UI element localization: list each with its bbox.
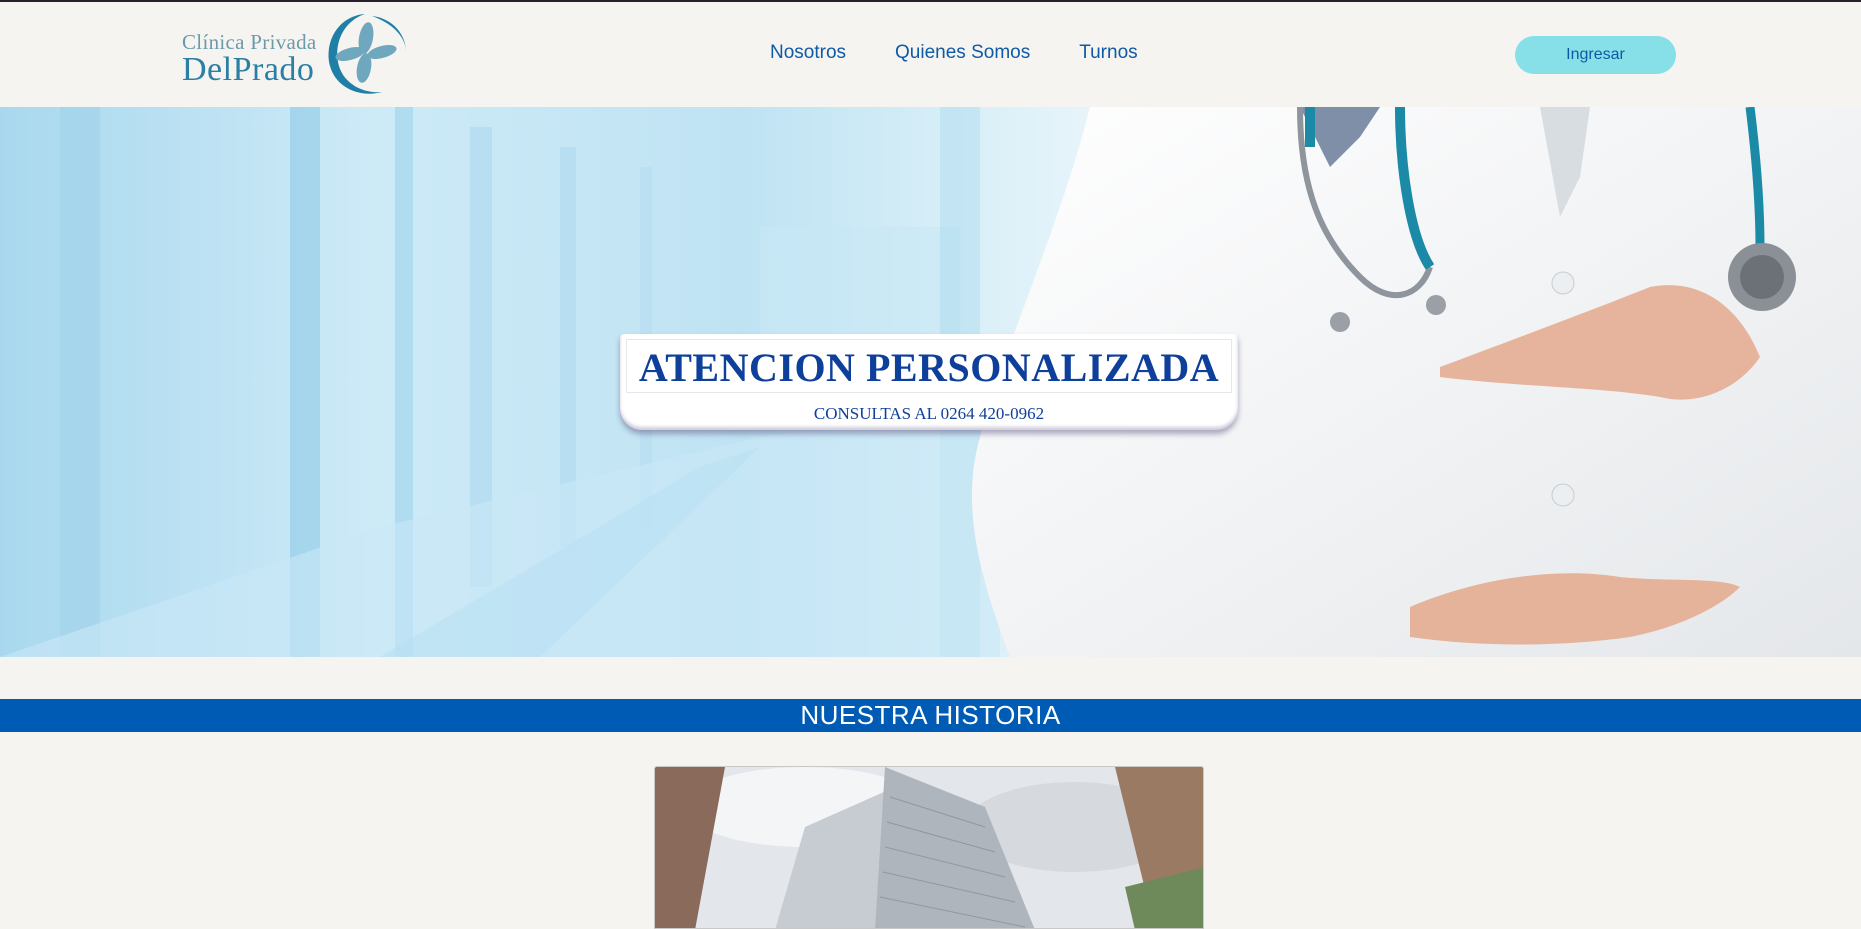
section-title-banner: NUESTRA HISTORIA [0,699,1861,732]
clinic-logo[interactable]: Clínica Privada DelPrado [180,8,410,100]
logo-line2: DelPrado [182,51,315,88]
promo-title: ATENCION PERSONALIZADA [638,345,1220,390]
promo-card: ATENCION PERSONALIZADA CONSULTAS AL 0264… [620,334,1238,430]
site-header: Clínica Privada DelPrado Nosotros Quiene… [0,2,1861,107]
promo-phone: CONSULTAS AL 0264 420-0962 [813,404,1045,423]
building-photo [655,767,1203,928]
nav-link-turnos[interactable]: Turnos [1079,42,1137,64]
clover-circle-logo-icon [328,14,406,94]
nav-link-nosotros[interactable]: Nosotros [770,42,846,64]
history-building-image [654,766,1204,929]
login-button[interactable]: Ingresar [1515,36,1676,74]
nav-link-quienes-somos[interactable]: Quienes Somos [895,42,1030,64]
hero-banner: ATENCION PERSONALIZADA CONSULTAS AL 0264… [0,107,1861,657]
logo-text: Clínica Privada DelPrado [182,30,317,89]
main-nav: Nosotros Quienes Somos Turnos [770,42,1138,64]
